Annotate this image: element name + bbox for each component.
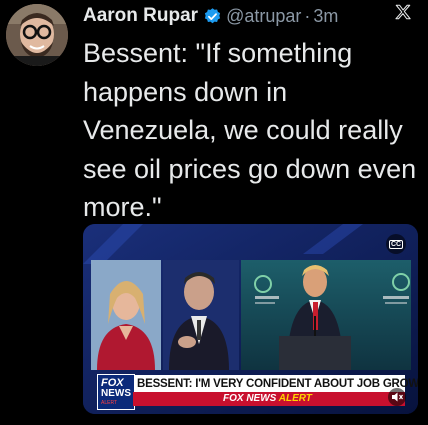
x-logo-icon	[395, 4, 411, 20]
speaker-muted-icon[interactable]	[388, 388, 406, 406]
author-avatar[interactable]	[6, 4, 68, 66]
meta-separator: ·	[304, 5, 311, 26]
alert-brand: FOX NEWS	[223, 393, 277, 404]
tweet-video[interactable]: CC BESSENT: I'M VERY CONFIDENT ABOUT JOB…	[83, 224, 418, 414]
closed-captions-icon[interactable]: CC	[386, 234, 406, 254]
news-chyron: BESSENT: I'M VERY CONFIDENT ABOUT JOB GR…	[97, 375, 418, 392]
author-name[interactable]: Aaron Rupar	[83, 5, 198, 27]
tweet-text: Bessent: "If something happens down in V…	[83, 38, 417, 222]
fox-news-logo: FOX NEWS ALERT	[97, 374, 135, 410]
mute-glyph	[392, 392, 403, 402]
news-logo-word: NEWS	[101, 388, 131, 399]
chyron-headline: BESSENT: I'M VERY CONFIDENT ABOUT JOB GR…	[137, 377, 418, 390]
avatar-image	[6, 4, 68, 66]
alert-text: FOX NEWS ALERT	[223, 393, 312, 404]
author-handle[interactable]: @atrupar	[226, 6, 301, 27]
tweet-timestamp[interactable]: 3m	[313, 6, 338, 27]
logo-sub-word: ALERT	[101, 400, 118, 406]
tweet-header: Aaron Rupar @atrupar · 3m	[83, 4, 428, 28]
alert-word: ALERT	[278, 393, 312, 404]
verified-badge-icon	[204, 7, 221, 23]
